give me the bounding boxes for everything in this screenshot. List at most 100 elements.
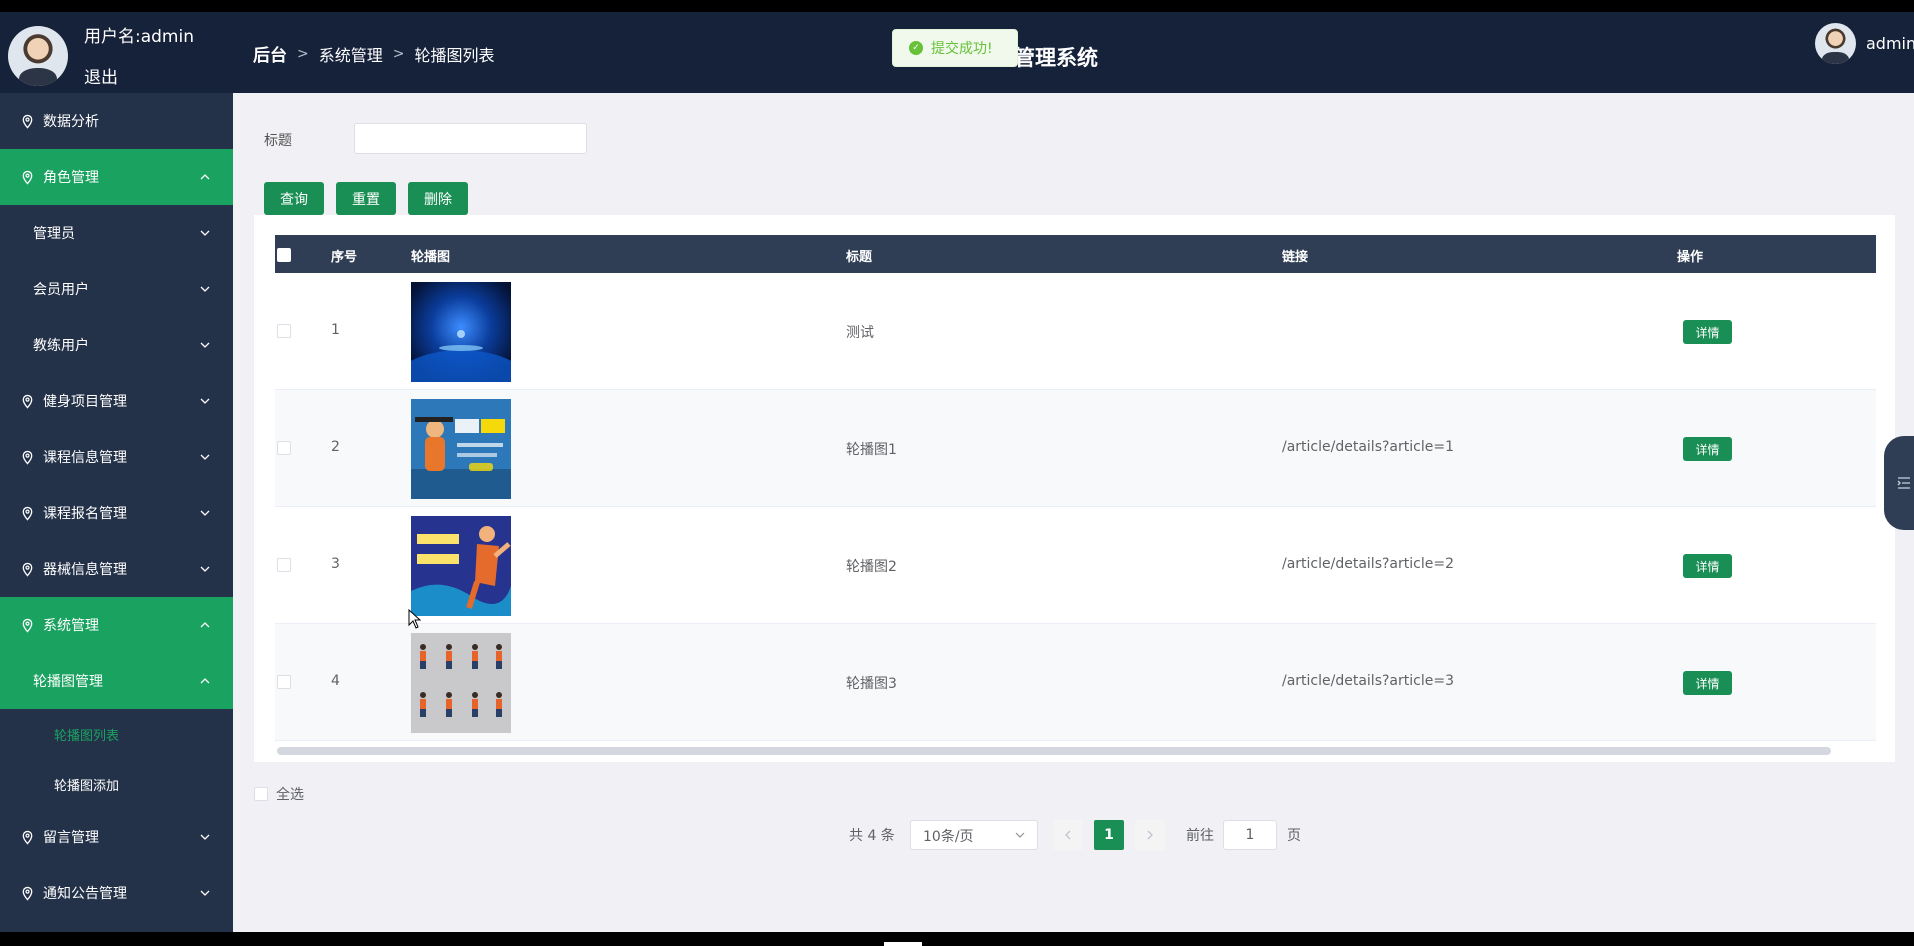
list-icon [1897, 477, 1910, 489]
select-all-checkbox[interactable] [254, 787, 268, 801]
check-circle-icon: ✓ [909, 41, 923, 55]
sidebar-item-label: 轮播图管理 [33, 674, 103, 690]
breadcrumb-separator-icon: > [297, 45, 309, 62]
sidebar-item-course-info[interactable]: 课程信息管理 [0, 429, 233, 485]
sidebar-item-notice[interactable]: 通知公告管理 [0, 865, 233, 921]
row-checkbox[interactable] [277, 675, 291, 689]
title-filter-label: 标题 [264, 133, 292, 149]
row-link: /article/details?article=2 [1282, 556, 1454, 572]
chevron-down-icon [1015, 832, 1025, 838]
carousel-thumbnail [411, 399, 511, 499]
column-header-link: 链接 [1282, 250, 1309, 265]
chevron-down-icon [200, 230, 210, 236]
sidebar-item-label: 课程信息管理 [43, 450, 127, 466]
detail-button[interactable]: 详情 [1683, 437, 1732, 461]
sidebar-item-carousel-list[interactable]: 轮播图列表 [0, 709, 233, 759]
sidebar-item-label: 教练用户 [33, 338, 89, 354]
breadcrumb-system[interactable]: 系统管理 [319, 42, 383, 66]
sidebar-item-label: 会员用户 [33, 282, 89, 298]
chevron-down-icon [200, 286, 210, 292]
carousel-thumbnail [411, 516, 511, 616]
detail-button[interactable]: 详情 [1683, 671, 1732, 695]
header-avatar[interactable] [1815, 23, 1856, 64]
user-name-label: 用户名:admin [84, 27, 194, 47]
success-toast: ✓ 提交成功! [892, 29, 1018, 67]
location-pin-icon [22, 886, 33, 901]
sidebar-item-data-analysis[interactable]: 数据分析 [0, 93, 233, 149]
chevron-down-icon [200, 834, 210, 840]
sidebar-item-message[interactable]: 留言管理 [0, 809, 233, 865]
chevron-down-icon [200, 510, 210, 516]
pagination-total: 共 4 条 [849, 828, 895, 844]
row-checkbox[interactable] [277, 441, 291, 455]
page-size-value: 10条/页 [923, 829, 974, 845]
sidebar-item-role-mgmt[interactable]: 角色管理 [0, 149, 233, 205]
chevron-down-icon [200, 342, 210, 348]
row-title: 轮播图3 [846, 676, 897, 692]
sidebar-item-label: 管理员 [33, 226, 75, 242]
row-link: /article/details?article=1 [1282, 439, 1454, 455]
sidebar-item-label: 轮播图添加 [54, 778, 120, 794]
location-pin-icon [22, 394, 33, 409]
location-pin-icon [22, 506, 33, 521]
table-row: 2 轮播图1 /article/details?article=1 详情 [275, 390, 1876, 507]
row-link: /article/details?article=3 [1282, 673, 1454, 689]
row-number: 4 [331, 673, 340, 689]
chevron-up-icon [200, 174, 210, 180]
chevron-left-icon [1065, 830, 1071, 840]
sidebar-item-system[interactable]: 系统管理 [0, 597, 233, 653]
sidebar-item-admin[interactable]: 管理员 [0, 205, 233, 261]
prev-page-button[interactable] [1053, 820, 1083, 850]
sidebar-item-label: 通知公告管理 [43, 886, 127, 902]
logout-link[interactable]: 退出 [84, 63, 118, 88]
top-header: 用户名:admin 退出 后台 > 系统管理 > 轮播图列表 管理系统 ✓ 提交… [0, 12, 1914, 93]
table-row: 3 轮播图2 /article/details?article=2 详情 [275, 507, 1876, 624]
sidebar-item-carousel-add[interactable]: 轮播图添加 [0, 759, 233, 809]
side-drawer-handle[interactable] [1884, 436, 1914, 530]
chevron-down-icon [200, 890, 210, 896]
app-root: 用户名:admin 退出 后台 > 系统管理 > 轮播图列表 管理系统 ✓ 提交… [0, 12, 1914, 932]
next-page-button[interactable] [1135, 820, 1165, 850]
page-size-select[interactable]: 10条/页 [910, 820, 1038, 850]
sidebar-item-label: 轮播图列表 [54, 728, 120, 744]
goto-page-input[interactable]: 1 [1223, 820, 1277, 850]
chevron-down-icon [200, 398, 210, 404]
page-number-current[interactable]: 1 [1094, 820, 1124, 850]
table-horizontal-scrollbar[interactable] [277, 747, 1831, 755]
sidebar-item-fitness[interactable]: 健身项目管理 [0, 373, 233, 429]
row-title: 轮播图1 [846, 442, 897, 458]
goto-label: 前往 [1186, 828, 1214, 844]
mouse-cursor-icon [408, 609, 422, 629]
sidebar-item-course-signup[interactable]: 课程报名管理 [0, 485, 233, 541]
breadcrumb-root[interactable]: 后台 [253, 41, 287, 66]
sidebar-item-label: 器械信息管理 [43, 562, 127, 578]
sidebar-item-equipment[interactable]: 器械信息管理 [0, 541, 233, 597]
select-all-header-checkbox[interactable] [277, 248, 291, 262]
location-pin-icon [22, 562, 33, 577]
breadcrumb-separator-icon: > [392, 45, 405, 62]
row-checkbox[interactable] [277, 558, 291, 572]
delete-button[interactable]: 删除 [408, 182, 468, 215]
toast-message: 提交成功! [931, 41, 993, 57]
sidebar-item-coach[interactable]: 教练用户 [0, 317, 233, 373]
row-number: 2 [331, 439, 340, 455]
system-title: 管理系统 [1014, 46, 1098, 70]
title-filter-input[interactable] [354, 123, 587, 154]
select-all-label: 全选 [276, 787, 304, 803]
location-pin-icon [22, 170, 33, 185]
query-button[interactable]: 查询 [264, 182, 324, 215]
sidebar-item-member[interactable]: 会员用户 [0, 261, 233, 317]
row-checkbox[interactable] [277, 324, 291, 338]
sidebar-item-carousel[interactable]: 轮播图管理 [0, 653, 233, 709]
detail-button[interactable]: 详情 [1683, 554, 1732, 578]
row-title: 轮播图2 [846, 559, 897, 575]
select-all-control[interactable]: 全选 [254, 784, 304, 804]
detail-button[interactable]: 详情 [1683, 320, 1732, 344]
column-header-image: 轮播图 [411, 250, 451, 265]
location-pin-icon [22, 830, 33, 845]
reset-button[interactable]: 重置 [336, 182, 396, 215]
header-username[interactable]: admin [1866, 34, 1914, 53]
carousel-thumbnail [411, 282, 511, 382]
row-number: 3 [331, 556, 340, 572]
sidebar-item-label: 留言管理 [43, 830, 99, 846]
